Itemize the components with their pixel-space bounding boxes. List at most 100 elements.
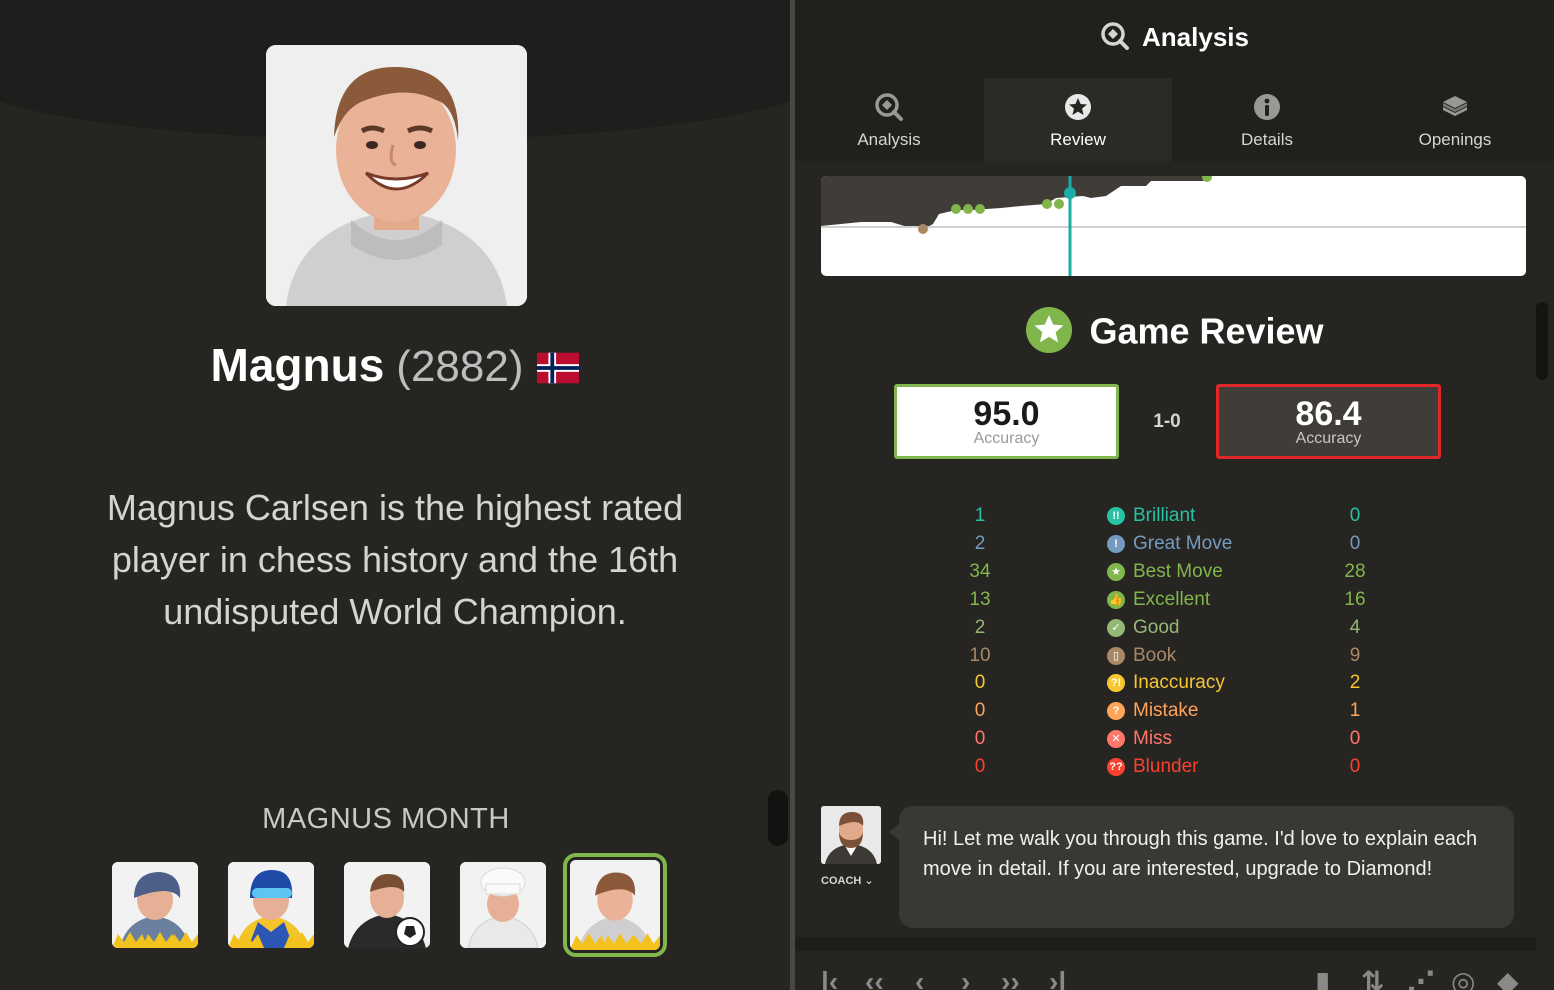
excellent-dot — [1054, 199, 1064, 209]
previous-move-icon[interactable]: ‹ — [915, 967, 924, 990]
game-review-title: Game Review — [1089, 310, 1324, 352]
back-many-icon[interactable]: ‹‹ — [865, 967, 884, 990]
white-accuracy-value: 95.0 — [973, 395, 1040, 433]
player-bio: Magnus Carlsen is the highest rated play… — [106, 487, 684, 632]
bot-variant-classic-selected[interactable] — [563, 853, 667, 957]
share-icon[interactable]: ⋰ — [1407, 967, 1435, 990]
white-count: 1 — [974, 505, 986, 526]
classification-icon: !! — [1107, 507, 1125, 525]
move-navigation-controls: |‹ ‹‹ ‹ › ›› ›| ▮ ⇅ ⋰ ◎ ◆ — [795, 951, 1554, 990]
forward-many-icon[interactable]: ›› — [1001, 967, 1020, 990]
white-count: 0 — [974, 672, 986, 694]
white-count: 2 — [974, 532, 986, 554]
last-move-icon[interactable]: ›| — [1049, 967, 1066, 990]
magnifier-icon — [875, 93, 903, 121]
classification-label: Mistake — [1133, 700, 1199, 722]
classification-row[interactable]: 0?? Blunder 0 — [795, 756, 1554, 784]
classification-icon: ✓ — [1107, 618, 1125, 637]
left-scrollbar[interactable] — [768, 790, 788, 846]
white-count: 10 — [969, 644, 991, 666]
player-name[interactable]: Magnus — [211, 339, 385, 391]
player-profile-panel: Magnus (2882) Magnus Carlsen is the highe… — [0, 0, 790, 990]
black-count: 28 — [1344, 560, 1366, 582]
classification-row[interactable]: 1!! Brilliant 0 — [795, 505, 1554, 533]
coach-message: Hi! Let me walk you through this game. I… — [899, 806, 1514, 928]
classification-row[interactable]: 2! Great Move 0 — [795, 533, 1554, 561]
tab-details-label: Details — [1241, 130, 1293, 149]
black-count: 0 — [1349, 756, 1361, 778]
game-review-title-row: Game Review — [795, 307, 1554, 358]
tab-analysis[interactable]: Analysis — [795, 78, 983, 161]
classification-icon: 👍 — [1107, 590, 1125, 609]
sidebar-tabs: Analysis Review Details Openings — [795, 78, 1554, 161]
classification-label: Book — [1133, 644, 1177, 666]
tab-openings-label: Openings — [1418, 130, 1492, 149]
classification-label: Excellent — [1133, 588, 1211, 610]
tab-review-label: Review — [1050, 130, 1106, 149]
white-count: 0 — [974, 700, 986, 722]
game-result: 1-0 — [1153, 411, 1181, 432]
book-icon — [1443, 96, 1467, 116]
black-count: 2 — [1349, 672, 1361, 694]
white-count: 0 — [974, 756, 986, 778]
eval-chart-icon[interactable]: ▮ — [1315, 967, 1330, 990]
excellent-dot — [1202, 176, 1212, 182]
classification-icon: ?? — [1107, 758, 1125, 777]
excellent-dot — [951, 204, 961, 214]
white-accuracy-box[interactable]: 95.0 Accuracy — [894, 384, 1119, 459]
black-count: 9 — [1349, 644, 1361, 666]
bot-variant-football[interactable] — [344, 862, 430, 948]
excellent-dot — [975, 204, 985, 214]
classification-row[interactable]: 34 ★ Best Move 28 — [795, 561, 1554, 589]
player-avatar — [266, 45, 527, 306]
classification-label: Good — [1133, 616, 1180, 638]
bot-variant-sleepy[interactable] — [112, 862, 198, 948]
black-count: 1 — [1349, 700, 1361, 722]
classification-label: Miss — [1133, 728, 1173, 750]
analysis-settings-icon[interactable]: ◎ — [1451, 967, 1475, 990]
month-title: MAGNUS MONTH — [262, 803, 510, 835]
black-count: 0 — [1349, 505, 1361, 526]
classification-row[interactable]: 0 ✕ Miss 0 — [795, 728, 1554, 756]
classification-row[interactable]: 2 ✓ Good 4 — [795, 617, 1554, 645]
white-count: 13 — [969, 588, 991, 610]
classification-row[interactable]: 13 👍 Excellent 16 — [795, 589, 1554, 617]
first-move-icon[interactable]: |‹ — [821, 967, 838, 990]
coach-dropdown[interactable]: COACH ⌄ — [821, 874, 881, 887]
classification-row[interactable]: 0?! Inaccuracy 2 — [795, 672, 1554, 700]
analysis-sidebar: Analysis Analysis Review Details Opening… — [795, 0, 1554, 990]
tab-openings[interactable]: Openings — [1361, 78, 1549, 161]
learn-icon[interactable]: ◆ — [1497, 967, 1519, 990]
white-count: 34 — [969, 560, 991, 582]
classification-label: Inaccuracy — [1133, 672, 1225, 694]
excellent-dot — [1042, 199, 1052, 209]
next-move-icon[interactable]: › — [961, 967, 970, 990]
eval-area-black — [821, 176, 1526, 228]
coach-avatar[interactable] — [821, 806, 881, 864]
bot-variant-list — [112, 853, 672, 958]
bot-variant-skier[interactable] — [228, 862, 314, 948]
black-accuracy-box[interactable]: 86.4 Accuracy — [1216, 384, 1441, 459]
info-icon — [1254, 94, 1280, 120]
white-accuracy-label: Accuracy — [973, 430, 1040, 447]
star-icon — [1065, 94, 1091, 120]
player-name-row: Magnus (2882) — [0, 338, 790, 395]
player-rating: (2882) — [396, 342, 524, 391]
tab-details[interactable]: Details — [1173, 78, 1361, 161]
classification-row[interactable]: 10 ▯ Book 9 — [795, 645, 1554, 673]
black-accuracy-value: 86.4 — [1295, 395, 1362, 433]
bot-variant-chef[interactable] — [460, 862, 546, 948]
classification-label: Brilliant — [1133, 505, 1196, 526]
classification-icon: ! — [1107, 534, 1125, 553]
black-count: 16 — [1344, 588, 1366, 610]
tab-analysis-label: Analysis — [857, 130, 921, 149]
classification-label: Blunder — [1133, 756, 1199, 778]
evaluation-graph[interactable] — [821, 176, 1526, 276]
flip-board-icon[interactable]: ⇅ — [1361, 967, 1384, 990]
sidebar-header: Analysis — [795, 0, 1554, 78]
classification-icon: ? — [1107, 702, 1125, 721]
classification-row[interactable]: 0? Mistake 1 — [795, 700, 1554, 728]
game-review-star-icon — [1026, 307, 1073, 353]
black-count: 0 — [1349, 728, 1361, 750]
tab-review[interactable]: Review — [984, 78, 1172, 161]
